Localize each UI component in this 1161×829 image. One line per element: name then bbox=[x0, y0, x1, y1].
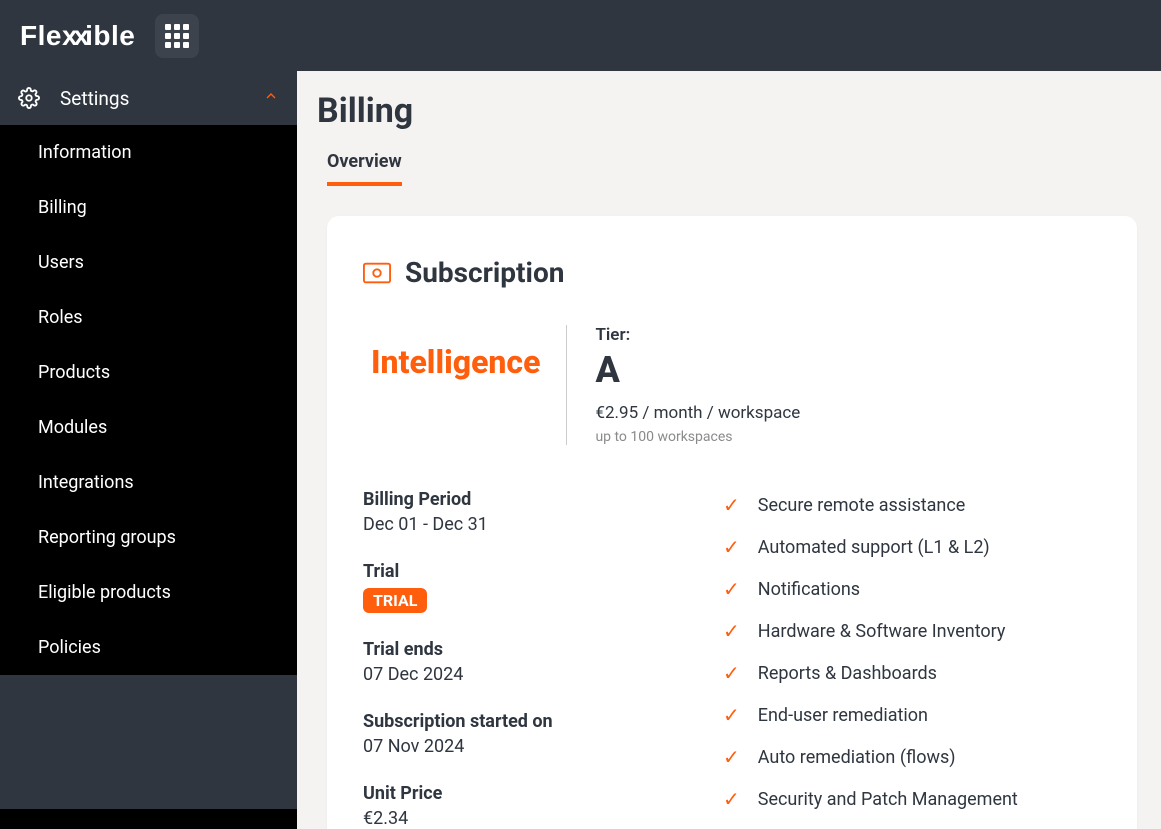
feature-item: ✓ Automated support (L1 & L2) bbox=[723, 535, 1101, 559]
check-icon: ✓ bbox=[723, 619, 740, 643]
plan-name: Intelligence bbox=[363, 325, 567, 445]
sidebar-item-modules[interactable]: Modules bbox=[0, 400, 297, 455]
subscription-heading: Subscription bbox=[363, 256, 1101, 289]
page-title: Billing bbox=[297, 91, 1161, 131]
feature-item: ✓ Auto remediation (flows) bbox=[723, 745, 1101, 769]
sidebar-item-billing[interactable]: Billing bbox=[0, 180, 297, 235]
detail-column: Billing Period Dec 01 - Dec 31 Trial TRI… bbox=[363, 489, 663, 829]
chevron-up-icon bbox=[263, 88, 279, 108]
feature-item: ✓ Secure remote assistance bbox=[723, 493, 1101, 517]
money-icon bbox=[363, 259, 391, 287]
main: Billing Overview Subscription Intelligen… bbox=[297, 71, 1161, 829]
started-value: 07 Nov 2024 bbox=[363, 736, 663, 757]
feature-item: ✓ Hardware & Software Inventory bbox=[723, 619, 1101, 643]
sidebar-item-products[interactable]: Products bbox=[0, 345, 297, 400]
tier-label: Tier: bbox=[595, 325, 800, 345]
check-icon: ✓ bbox=[723, 535, 740, 559]
feature-item: ✓ End-user remediation bbox=[723, 703, 1101, 727]
check-icon: ✓ bbox=[723, 577, 740, 601]
topbar: Flexxible bbox=[0, 0, 1161, 71]
sidebar-section-label: Settings bbox=[60, 87, 263, 110]
sidebar-item-policies[interactable]: Policies bbox=[0, 620, 297, 675]
check-icon: ✓ bbox=[723, 661, 740, 685]
sidebar-item-integrations[interactable]: Integrations bbox=[0, 455, 297, 510]
check-icon: ✓ bbox=[723, 745, 740, 769]
check-icon: ✓ bbox=[723, 787, 740, 811]
sidebar-footer bbox=[0, 675, 297, 809]
unit-price-value: €2.34 bbox=[363, 808, 663, 829]
started-label: Subscription started on bbox=[363, 711, 663, 732]
apps-menu-button[interactable] bbox=[155, 14, 199, 58]
sidebar-item-reporting-groups[interactable]: Reporting groups bbox=[0, 510, 297, 565]
subscription-card: Subscription Intelligence Tier: A €2.95 … bbox=[327, 216, 1137, 829]
apps-grid-icon bbox=[165, 24, 189, 48]
sidebar-item-roles[interactable]: Roles bbox=[0, 290, 297, 345]
tabs: Overview bbox=[297, 151, 1161, 186]
tier-value: A bbox=[595, 349, 800, 391]
tier-note: up to 100 workspaces bbox=[595, 429, 800, 445]
tab-overview[interactable]: Overview bbox=[327, 151, 402, 186]
sidebar-section-settings[interactable]: Settings bbox=[0, 71, 297, 125]
brand-logo: Flexxible bbox=[20, 20, 135, 52]
sidebar-item-users[interactable]: Users bbox=[0, 235, 297, 290]
tier-block: Tier: A €2.95 / month / workspace up to … bbox=[567, 325, 800, 445]
check-icon: ✓ bbox=[723, 703, 740, 727]
sidebar-item-eligible-products[interactable]: Eligible products bbox=[0, 565, 297, 620]
feature-item: ✓ Security and Patch Management bbox=[723, 787, 1101, 811]
check-icon: ✓ bbox=[723, 493, 740, 517]
feature-item: ✓ Reports & Dashboards bbox=[723, 661, 1101, 685]
tier-price: €2.95 / month / workspace bbox=[595, 403, 800, 423]
sidebar-item-information[interactable]: Information bbox=[0, 125, 297, 180]
feature-item: ✓ Notifications bbox=[723, 577, 1101, 601]
trial-ends-value: 07 Dec 2024 bbox=[363, 664, 663, 685]
feature-list: ✓ Secure remote assistance ✓ Automated s… bbox=[723, 489, 1101, 829]
unit-price-label: Unit Price bbox=[363, 783, 663, 804]
billing-period-value: Dec 01 - Dec 31 bbox=[363, 514, 663, 535]
trial-ends-label: Trial ends bbox=[363, 639, 663, 660]
sidebar: Settings Information Billing Users Roles… bbox=[0, 71, 297, 829]
trial-label: Trial bbox=[363, 561, 663, 582]
subscription-title: Subscription bbox=[405, 256, 564, 289]
gear-icon bbox=[18, 87, 40, 109]
billing-period-label: Billing Period bbox=[363, 489, 663, 510]
trial-badge: TRIAL bbox=[363, 588, 427, 613]
